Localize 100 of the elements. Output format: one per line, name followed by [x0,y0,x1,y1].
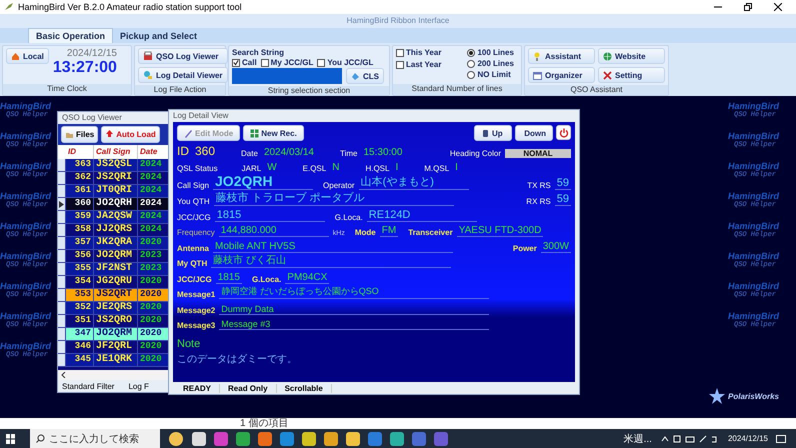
nav-button[interactable]: Up [474,125,512,141]
search-checkbox[interactable]: Call [232,58,257,67]
app-icon [368,432,382,446]
grid-icon [250,128,260,138]
check-icon [233,59,239,66]
row-header[interactable] [58,211,66,224]
field-value: FM [380,225,398,237]
row-header[interactable] [58,263,66,276]
field-value: 15:30:00 [362,146,404,158]
row-header[interactable] [58,341,66,354]
ribbon-tab[interactable]: Basic Operation [28,28,114,43]
row-header[interactable] [58,237,66,250]
field-label: You QTH [177,197,210,206]
maximize-icon [744,3,752,11]
status-text: Log F [128,382,149,390]
row-header[interactable] [58,198,66,211]
field-label: H.QSL [365,164,390,173]
row-header[interactable] [58,172,66,185]
assistant-button[interactable]: Assistant [528,48,595,64]
taskbar-search[interactable]: ここに入力して検索 [30,429,160,448]
row-header[interactable] [58,250,66,263]
row-header[interactable] [58,185,66,198]
table-cell: JE1QRK [94,354,138,367]
folder-icon [65,130,74,139]
table-cell: 363 [66,159,94,172]
field-label: RX RS [526,197,551,206]
table-cell: JS2QRT [94,289,138,302]
field-value: Message #3 [219,319,490,330]
assistant-button[interactable]: Setting [598,67,665,83]
app-icon [324,432,338,446]
assistant-button[interactable]: Website [598,48,665,64]
app-icon [302,432,316,446]
field-label: Antenna [177,244,209,252]
clear-button[interactable]: CLS [346,68,384,84]
ribbon-tab[interactable]: Pickup and Select [113,28,204,43]
search-icon [36,434,45,443]
row-header[interactable] [58,315,66,328]
up-icon [481,128,490,138]
toolbar-button[interactable]: New Rec. [243,125,304,141]
search-field[interactable] [232,68,342,84]
note-text: このデータはダミーです。 [177,353,298,366]
row-header[interactable] [58,328,66,341]
row-header[interactable] [58,276,66,289]
table-cell: 346 [66,341,94,354]
table-cell: 2020 [138,341,168,354]
field-value: I [454,162,459,173]
field-value: 1815 [214,208,325,222]
wallpaper-title: HamingBird [728,131,780,141]
local-button[interactable]: Local [6,48,49,64]
log-button[interactable]: QSO Log Viewer [138,48,228,64]
field-value: 59 [554,177,571,190]
row-header[interactable] [58,302,66,315]
field-value: 2024/03/14 [262,146,315,158]
wallpaper-title: HamingBird [0,221,52,231]
column-header[interactable]: Call Sign [94,145,138,159]
house-icon [11,52,20,60]
field-label: My QTH [177,259,208,268]
auto-load-button[interactable]: Auto Load [101,126,160,143]
table-cell: 2020 [138,237,168,250]
search-checkbox[interactable]: You JCC/GL [317,58,374,67]
row-header[interactable] [58,224,66,237]
column-header[interactable]: Date [138,145,168,159]
wallpaper-title: HamingBird [0,101,52,111]
app-icon [280,432,294,446]
field-value: Dummy Data [219,304,490,314]
lines-radio[interactable]: NO Limit [467,70,514,79]
field-label: Message1 [177,290,216,299]
status-text: READY [175,384,220,392]
app-icon [412,432,426,446]
year-checkbox[interactable]: Last Year [396,60,442,69]
column-header[interactable]: ID [66,145,94,159]
field-value: Mobile ANT HV5S [213,240,453,252]
lines-radio[interactable]: 100 Lines [467,48,514,57]
field-value: PM94CX [285,272,330,284]
group-caption: QSO Assistant [525,85,668,95]
row-header[interactable] [58,289,66,302]
row-header[interactable] [58,354,66,367]
logo-text: PolarisWorks [728,392,779,400]
field-label: ID [177,144,189,158]
log-button[interactable]: Log Detail Viewer [138,67,228,83]
table-cell: JO2QRH [94,198,138,211]
wallpaper-title: HamingBird [0,161,52,171]
search-checkbox[interactable]: My JCC/GL [260,58,314,67]
assistant-button[interactable]: Organizer [528,67,595,83]
app-icon [390,432,404,446]
year-checkbox[interactable]: This Year [396,48,442,57]
table-cell: JT0QRI [94,185,138,198]
field-value: YAESU FTD-300D [456,225,544,237]
note-label: Note [177,338,202,350]
field-label: JCC/JCG [177,274,212,284]
nav-button[interactable]: Down [515,125,553,141]
files-button[interactable]: Files [61,126,98,143]
notification-icon [776,434,786,444]
color-selector[interactable]: NOMAL [505,148,571,158]
window-title: QSO Log Viewer [61,112,123,124]
bird-icon [4,2,14,12]
power-button[interactable] [556,125,571,140]
lines-radio[interactable]: 200 Lines [467,59,514,68]
row-header[interactable] [58,159,66,172]
taskbar-date: 2024/12/15 [728,434,768,443]
